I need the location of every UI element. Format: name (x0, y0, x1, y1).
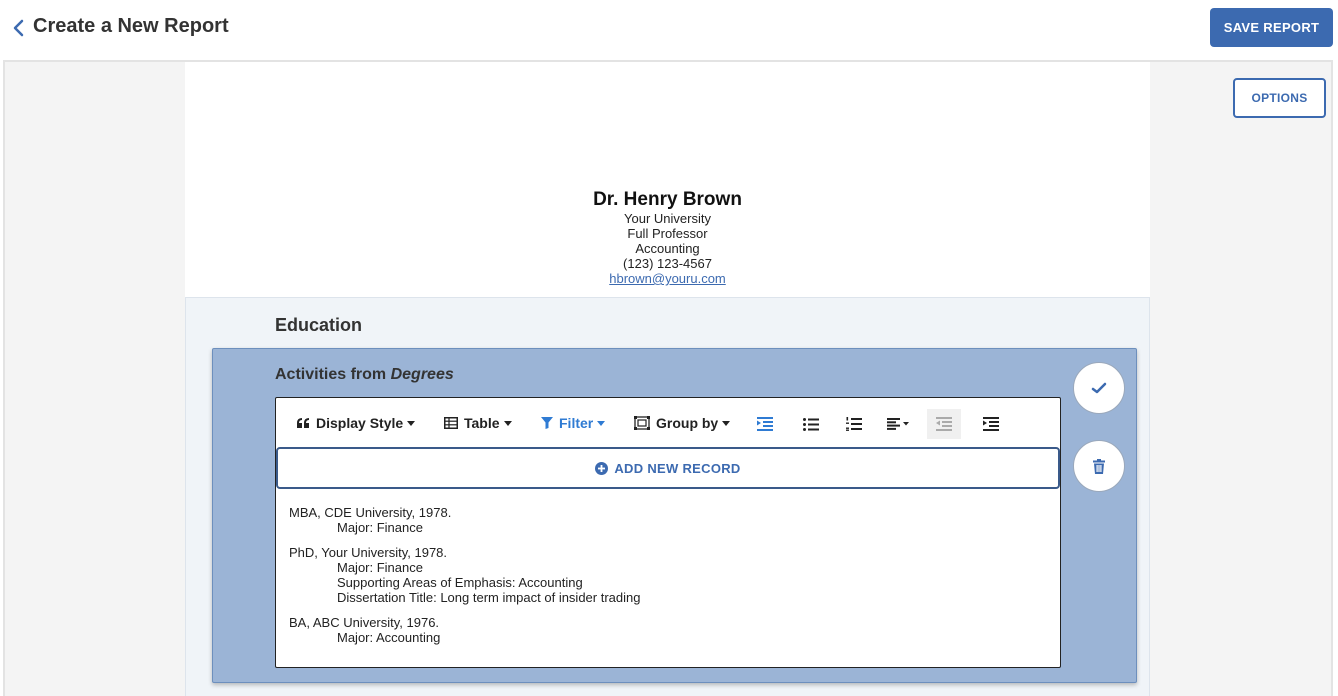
list-item: PhD, Your University, 1978. Major: Finan… (289, 545, 1049, 605)
back-button[interactable] (8, 16, 28, 40)
profile-phone: (123) 123-4567 (623, 256, 712, 271)
list-item: BA, ABC University, 1976. Major: Account… (289, 615, 1049, 645)
profile-email-line: hbrown@youru.com (185, 271, 1150, 286)
outdent-button[interactable] (927, 409, 961, 439)
numbered-list-button[interactable] (837, 409, 871, 439)
add-new-record-button[interactable]: ADD NEW RECORD (276, 447, 1060, 489)
caret-down-icon (597, 420, 606, 426)
activity-editor: Display Style Table Filter Group by ADD … (275, 397, 1061, 668)
table-dropdown[interactable]: Table (444, 410, 512, 436)
table-icon (444, 417, 458, 429)
options-button[interactable]: OPTIONS (1233, 78, 1326, 118)
activity-title: Activities from Degrees (275, 366, 454, 384)
trash-icon (1093, 458, 1105, 474)
record-title: BA, ABC University, 1976. (289, 615, 440, 630)
save-report-button[interactable]: SAVE REPORT (1210, 8, 1333, 47)
record-detail: Major: Accounting (337, 630, 441, 645)
filter-dropdown[interactable]: Filter (541, 410, 606, 436)
record-title: PhD, Your University, 1978. (289, 545, 448, 560)
group-by-label: Group by (656, 415, 719, 431)
chevron-left-icon (13, 19, 24, 37)
indent-button[interactable] (974, 409, 1008, 439)
profile-department: Accounting (635, 241, 700, 256)
caret-down-icon (503, 420, 512, 426)
indent-active-button[interactable] (748, 409, 782, 439)
caret-down-icon (407, 420, 416, 426)
report-page: Dr. Henry Brown Your University Full Pro… (185, 62, 1150, 696)
group-icon (634, 416, 650, 430)
table-label: Table (464, 415, 500, 431)
delete-button[interactable] (1073, 440, 1125, 492)
list-ul-icon (803, 417, 819, 431)
list-item: MBA, CDE University, 1978. Major: Financ… (289, 505, 1049, 535)
profile-institution: Your University (624, 211, 711, 226)
profile-header: Dr. Henry Brown Your University Full Pro… (185, 62, 1150, 298)
education-section: Education Activities from Degrees Displa… (185, 297, 1150, 696)
activity-title-source: Degrees (390, 366, 454, 383)
plus-circle-icon (595, 461, 609, 475)
profile-name: Dr. Henry Brown (593, 189, 742, 210)
filter-icon (541, 417, 553, 429)
record-detail: Major: Finance (337, 560, 423, 575)
record-title: MBA, CDE University, 1978. (289, 505, 452, 520)
record-detail: Major: Finance (337, 520, 423, 535)
list-ol-icon (846, 417, 862, 431)
outdent-icon (936, 417, 952, 431)
group-by-dropdown[interactable]: Group by (634, 410, 731, 436)
indent-icon (983, 417, 999, 431)
editor-toolbar: Display Style Table Filter Group by (276, 398, 1060, 446)
caret-down-icon (722, 420, 731, 426)
filter-label: Filter (559, 415, 594, 431)
top-bar: Create a New Report SAVE REPORT (0, 0, 1338, 60)
align-left-icon (887, 418, 909, 430)
records-list: MBA, CDE University, 1978. Major: Financ… (289, 505, 1049, 655)
align-dropdown-button[interactable] (881, 409, 915, 439)
page-title: Create a New Report (33, 15, 229, 37)
display-style-label: Display Style (316, 415, 404, 431)
profile-rank: Full Professor (627, 226, 708, 241)
add-new-record-label: ADD NEW RECORD (614, 460, 741, 476)
section-title: Education (275, 315, 363, 335)
quote-icon (297, 418, 309, 428)
display-style-dropdown[interactable]: Display Style (296, 410, 416, 436)
bulleted-list-button[interactable] (794, 409, 828, 439)
activity-title-prefix: Activities from (275, 366, 387, 383)
indent-icon (757, 417, 773, 431)
check-icon (1091, 382, 1107, 394)
activity-panel: Activities from Degrees Display Style Ta… (212, 348, 1137, 683)
record-detail: Supporting Areas of Emphasis: Accounting (337, 575, 583, 590)
profile-email-link[interactable]: hbrown@youru.com (609, 271, 726, 286)
confirm-button[interactable] (1073, 362, 1125, 414)
record-detail: Dissertation Title: Long term impact of … (337, 590, 641, 605)
